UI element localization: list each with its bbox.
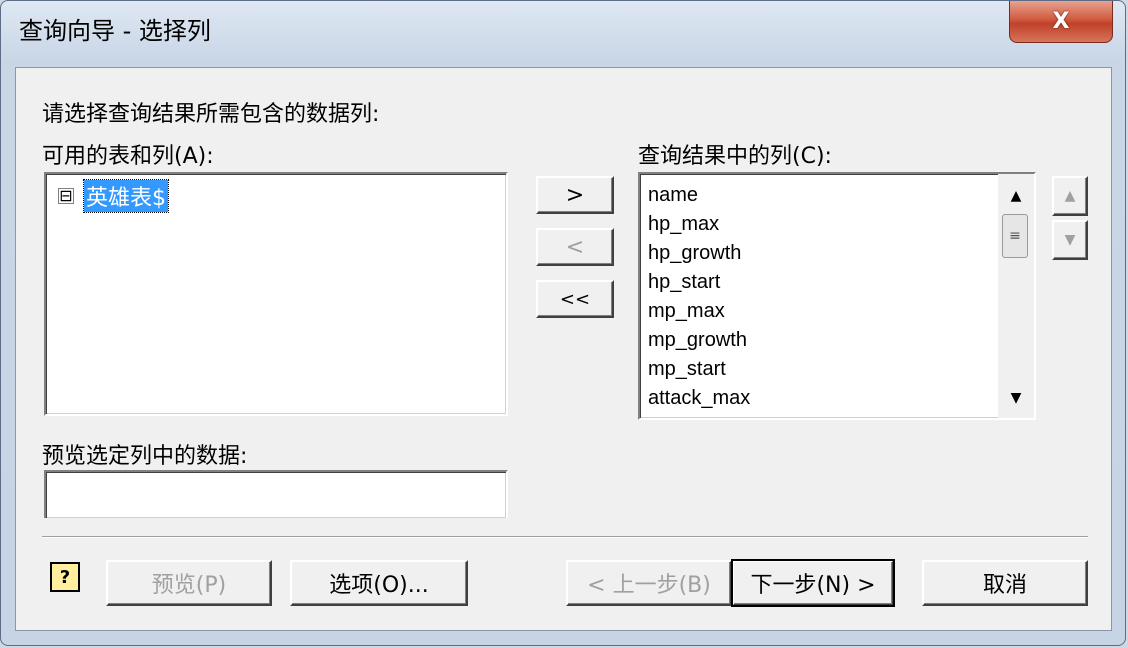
scrollbar-thumb[interactable]: ≡ <box>1002 214 1028 258</box>
add-column-button[interactable]: > <box>536 176 614 214</box>
dialog-window: 查询向导 - 选择列 X 请选择查询结果所需包含的数据列: 可用的表和列(A):… <box>0 0 1126 646</box>
selected-columns-label: 查询结果中的列(C): <box>638 144 832 169</box>
next-button[interactable]: 下一步(N) > <box>731 559 895 607</box>
back-button[interactable]: < 上一步(B) <box>566 560 732 606</box>
help-icon[interactable]: ? <box>50 562 80 592</box>
dialog-client-area: 请选择查询结果所需包含的数据列: 可用的表和列(A): ⊟ 英雄表$ > < <… <box>15 67 1112 631</box>
tree-node-table[interactable]: ⊟ 英雄表$ <box>58 179 169 213</box>
close-icon: X <box>1052 9 1070 34</box>
window-title: 查询向导 - 选择列 <box>19 17 211 45</box>
columns-scrollbar[interactable]: ▲ ≡ ▼ <box>998 174 1034 418</box>
separator <box>42 536 1088 538</box>
scroll-down-icon[interactable]: ▼ <box>1002 384 1030 412</box>
list-item[interactable]: mp_growth <box>648 329 747 352</box>
list-item[interactable]: hp_max <box>648 213 719 236</box>
close-button[interactable]: X <box>1009 1 1113 43</box>
available-label: 可用的表和列(A): <box>42 144 214 169</box>
preview-button[interactable]: 预览(P) <box>106 560 272 606</box>
list-item[interactable]: mp_max <box>648 300 725 323</box>
collapse-icon[interactable]: ⊟ <box>58 188 74 204</box>
list-item[interactable]: attack_max <box>648 387 750 410</box>
scroll-up-icon[interactable]: ▲ <box>1002 182 1030 210</box>
move-up-button[interactable]: ▲ <box>1052 176 1088 216</box>
list-item[interactable]: hp_start <box>648 271 720 294</box>
list-item[interactable]: name <box>648 184 698 207</box>
list-item[interactable]: mp_start <box>648 358 726 381</box>
move-down-button[interactable]: ▼ <box>1052 220 1088 260</box>
table-name[interactable]: 英雄表$ <box>83 179 169 213</box>
available-tables-list[interactable]: ⊟ 英雄表$ <box>44 172 508 416</box>
preview-label: 预览选定列中的数据: <box>42 444 248 469</box>
options-button[interactable]: 选项(O)... <box>290 560 468 606</box>
selected-columns-list[interactable]: name hp_max hp_growth hp_start mp_max mp… <box>638 172 1036 420</box>
grip-icon: ≡ <box>1009 228 1021 244</box>
preview-data-field[interactable] <box>44 470 508 518</box>
remove-column-button[interactable]: < <box>536 228 614 266</box>
list-item[interactable]: hp_growth <box>648 242 741 265</box>
remove-all-columns-button[interactable]: << <box>536 280 614 318</box>
cancel-button[interactable]: 取消 <box>922 560 1088 606</box>
prompt-label: 请选择查询结果所需包含的数据列: <box>42 102 380 127</box>
